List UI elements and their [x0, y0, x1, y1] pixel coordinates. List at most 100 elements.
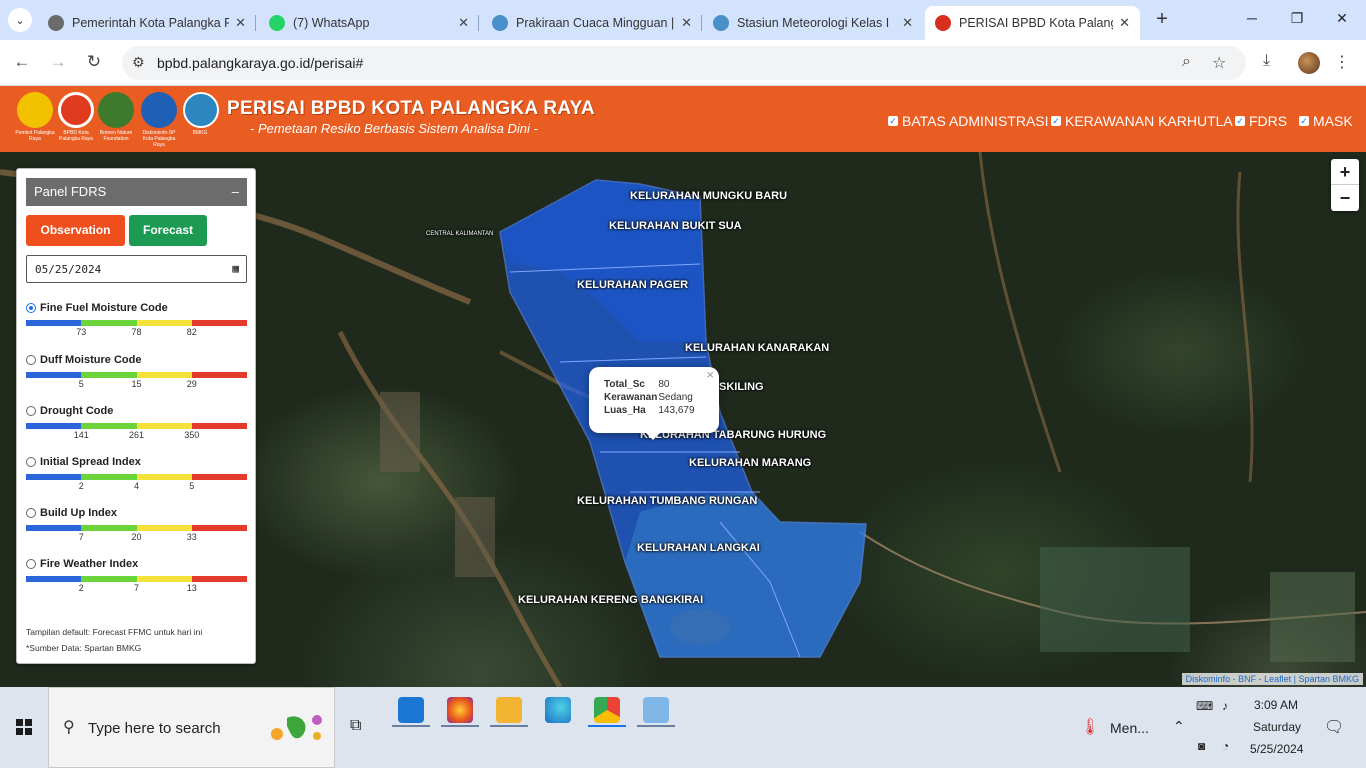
zoom-magnifier-icon[interactable]: ⌕ [1182, 53, 1191, 71]
url-text[interactable]: bpbd.palangkaraya.go.id/perisai# [157, 55, 363, 71]
restore-window-icon[interactable]: ❐ [1287, 10, 1307, 27]
meet-now-icon[interactable]: ◙ [1198, 739, 1205, 753]
checkbox-checked-icon[interactable]: ✓ [888, 116, 898, 126]
download-icon[interactable]: ⤓ [1263, 52, 1270, 70]
popup-value: 80 [658, 379, 670, 390]
search-icon: ⚲ [63, 719, 75, 736]
paint-app-icon[interactable] [643, 697, 669, 723]
date-input[interactable]: 05/25/2024 ▦ [26, 255, 247, 283]
wifi-icon[interactable]: ◔ [1222, 739, 1229, 753]
river-path [978, 152, 1062, 473]
taskbar-search-box[interactable]: ⚲ Type here to search [48, 687, 335, 768]
index-label: Build Up Index [40, 507, 117, 519]
task-view-icon[interactable]: ⧉ [350, 717, 361, 735]
chrome-icon[interactable] [594, 697, 620, 723]
radio-unselected-icon[interactable] [26, 508, 36, 518]
site-header: Pemkot Palangka Raya BPBD Kota Palangka … [0, 86, 1366, 152]
logo-caption: BPBD Kota Palangka Raya [59, 130, 93, 142]
map-attribution[interactable]: Diskominfo - BNF - Leaflet | Spartan BMK… [1181, 673, 1363, 685]
close-tab-icon[interactable]: ✕ [458, 15, 469, 31]
running-indicator [490, 725, 528, 727]
network-icon[interactable]: ⌨ [1196, 699, 1213, 713]
file-explorer-icon[interactable] [496, 697, 522, 723]
radio-unselected-icon[interactable] [26, 559, 36, 569]
forecast-button[interactable]: Forecast [129, 215, 207, 246]
zoom-out-button[interactable]: − [1331, 185, 1359, 211]
volume-icon[interactable]: ♪ [1222, 699, 1228, 713]
map-label-langkai: KELURAHAN LANGKAI [637, 542, 760, 554]
minimize-window-icon[interactable]: ─ [1242, 10, 1262, 26]
radio-unselected-icon[interactable] [26, 457, 36, 467]
address-bar[interactable]: ⚙ bpbd.palangkaraya.go.id/perisai# ⌕ ☆ [122, 46, 1246, 80]
index-option-bui[interactable]: Build Up Index 7 20 33 [26, 507, 247, 544]
map-label-marang: KELURAHAN MARANG [689, 457, 812, 469]
kebab-menu-icon[interactable]: ⋮ [1334, 52, 1350, 72]
checkbox-checked-icon[interactable]: ✓ [1299, 116, 1309, 126]
layer-toggle-fdrs[interactable]: ✓ FDRS [1235, 113, 1287, 129]
layer-toggle-kerawanan-karhutla[interactable]: ✓ KERAWANAN KARHUTLA [1051, 113, 1233, 129]
thermometer-weather-icon[interactable]: 🌡 [1080, 717, 1100, 737]
scale-ticks: 2 7 13 [78, 583, 197, 593]
index-option-isi[interactable]: Initial Spread Index 245 [26, 456, 247, 493]
scale-ticks: 7 20 33 [78, 532, 197, 542]
feature-popup: × Total_Sc 80 Kerawanan Sedang Luas_Ha 1… [589, 367, 719, 440]
scale-ticks: 5 15 29 [78, 379, 197, 389]
tab-search-chevron-icon[interactable]: ⌄ [8, 8, 32, 32]
clock-day[interactable]: Saturday [1253, 720, 1301, 734]
reload-icon[interactable]: ↻ [84, 52, 104, 72]
tab-pemerintah[interactable]: Pemerintah Kota Palangka Raya ✕ [38, 6, 256, 40]
radio-unselected-icon[interactable] [26, 355, 36, 365]
zoom-in-button[interactable]: + [1331, 159, 1359, 185]
tray-chevron-up-icon[interactable]: ⌃ [1173, 718, 1185, 735]
farm-field [1040, 547, 1190, 652]
windows-start-icon[interactable] [16, 719, 32, 735]
layer-toggle-batas-administrasi[interactable]: ✓ BATAS ADMINISTRASI [888, 113, 1049, 129]
radio-unselected-icon[interactable] [26, 406, 36, 416]
site-settings-icon[interactable]: ⚙ [132, 54, 145, 71]
close-tab-icon[interactable]: ✕ [1119, 15, 1130, 31]
layer-toggle-mask[interactable]: ✓ MASK [1299, 113, 1353, 129]
edge-icon[interactable] [545, 697, 571, 723]
checkbox-checked-icon[interactable]: ✓ [1051, 116, 1061, 126]
close-window-icon[interactable]: ✕ [1332, 10, 1352, 27]
firefox-icon[interactable] [447, 697, 473, 723]
tab-whatsapp[interactable]: (7) WhatsApp ✕ [259, 6, 479, 40]
scale-ticks: 73 78 82 [76, 327, 197, 337]
color-scale-bar [26, 576, 247, 582]
forward-arrow-icon[interactable]: → [48, 52, 68, 72]
clock-time[interactable]: 3:09 AM [1254, 698, 1298, 712]
bpbd-icon [935, 15, 951, 31]
tab-prakiraan-cuaca[interactable]: Prakiraan Cuaca Mingguan | ✕ [482, 6, 702, 40]
popup-close-icon[interactable]: × [706, 367, 714, 382]
calendar-icon[interactable]: ▦ [232, 262, 239, 275]
profile-avatar[interactable] [1298, 52, 1320, 74]
index-option-ffmc[interactable]: Fine Fuel Moisture Code 73 78 82 [26, 302, 247, 339]
back-arrow-icon[interactable]: ← [12, 52, 32, 72]
popup-attribute-table: Total_Sc 80 Kerawanan Sedang Luas_Ha 143… [604, 378, 695, 417]
observation-button[interactable]: Observation [26, 215, 125, 246]
popup-key: Total_Sc [604, 379, 645, 390]
new-tab-plus-icon[interactable]: + [1150, 8, 1174, 31]
index-option-dc[interactable]: Drought Code 141 261 350 [26, 405, 247, 442]
notification-icon[interactable]: 🗨 [1324, 717, 1344, 737]
clock-date[interactable]: 5/25/2024 [1250, 742, 1303, 756]
close-tab-icon[interactable]: ✕ [681, 15, 692, 31]
close-tab-icon[interactable]: ✕ [902, 15, 913, 31]
tab-perisai-active[interactable]: PERISAI BPBD Kota Palangka ✕ [925, 6, 1140, 40]
close-tab-icon[interactable]: ✕ [235, 15, 246, 31]
pemkot-logo-icon [17, 92, 53, 128]
kelurahan-langkai-polygon[interactable] [625, 492, 866, 657]
index-label: Fine Fuel Moisture Code [40, 302, 168, 314]
checkbox-checked-icon[interactable]: ✓ [1235, 116, 1245, 126]
tab-stasiun-meteorologi[interactable]: Stasiun Meteorologi Kelas I ✕ [703, 6, 923, 40]
bookmark-star-icon[interactable]: ☆ [1212, 53, 1226, 73]
mail-app-icon[interactable] [398, 697, 424, 723]
date-value: 05/25/2024 [35, 263, 102, 276]
weather-widget-label[interactable]: Men... [1110, 720, 1149, 736]
logo-caption: Borneo Nature Foundation [99, 130, 133, 142]
index-option-fwi[interactable]: Fire Weather Index 2 7 13 [26, 558, 247, 595]
radio-selected-icon[interactable] [26, 303, 36, 313]
index-option-dmc[interactable]: Duff Moisture Code 5 15 29 [26, 354, 247, 391]
running-indicator [392, 725, 430, 727]
panel-minimize-button[interactable]: – [232, 178, 239, 206]
